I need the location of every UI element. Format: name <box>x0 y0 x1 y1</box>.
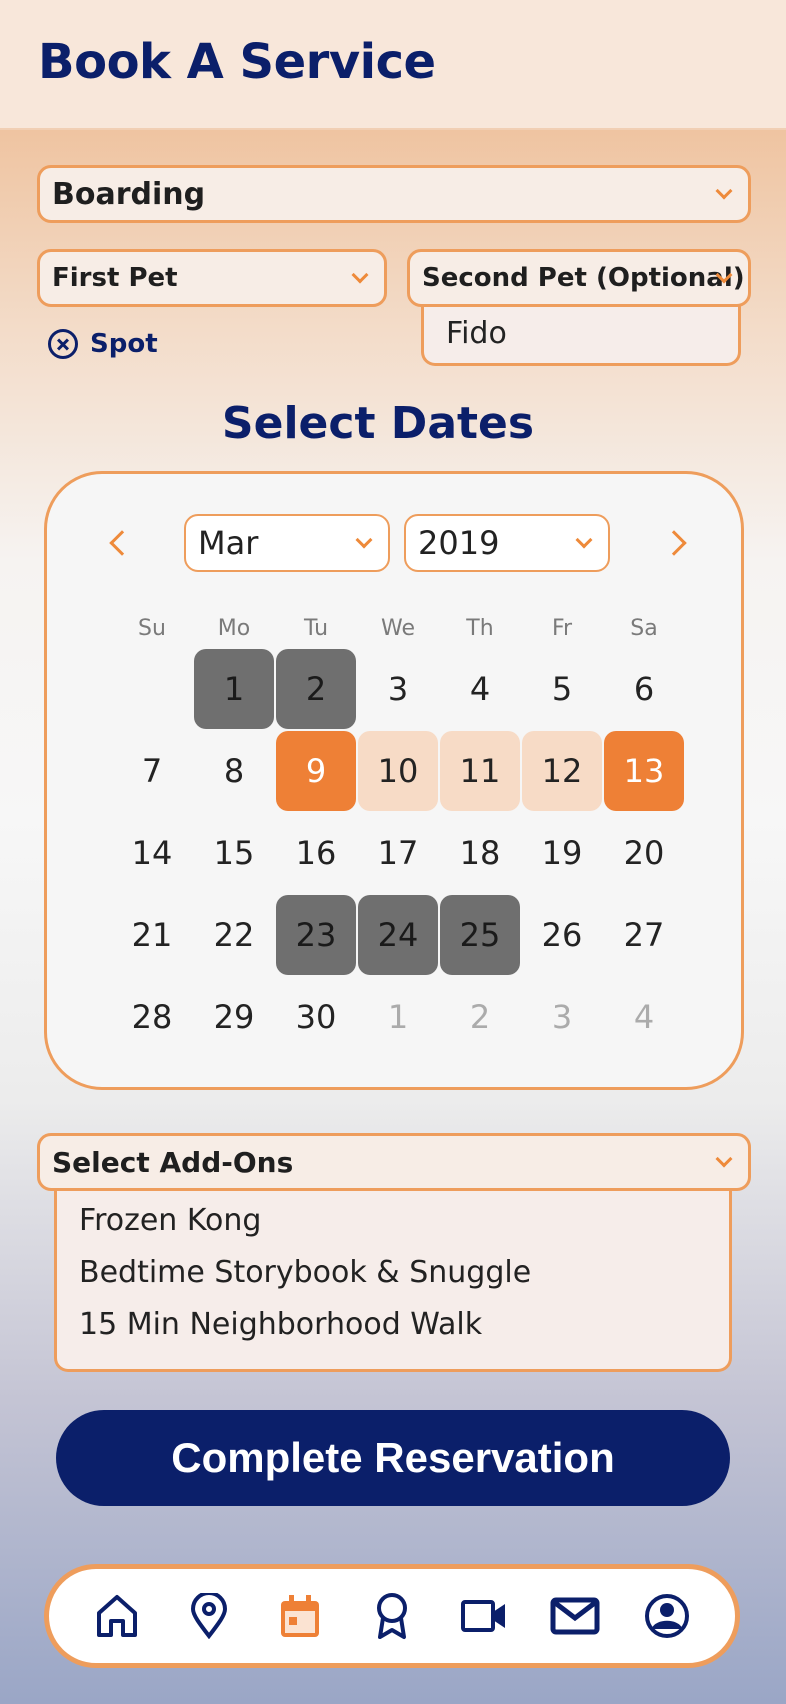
calendar-day-booked[interactable]: 2 <box>276 649 356 729</box>
service-select[interactable]: Boarding <box>37 165 751 223</box>
chevron-down-icon <box>575 531 593 549</box>
calendar-day-booked[interactable]: 1 <box>194 649 274 729</box>
calendar-day[interactable]: 27 <box>604 895 684 975</box>
bottom-tab-bar <box>44 1564 740 1668</box>
addon-option[interactable]: Frozen Kong <box>57 1194 729 1246</box>
chevron-left-icon[interactable] <box>109 530 135 556</box>
addons-select-placeholder: Select Add-Ons <box>52 1145 294 1179</box>
user-profile-icon <box>645 1594 690 1638</box>
year-select[interactable]: 2019 <box>404 514 610 572</box>
weekday-label: Tu <box>303 616 329 641</box>
tab-home[interactable] <box>87 1586 147 1646</box>
weekday-label: Su <box>138 616 166 641</box>
page-title: Book A Service <box>38 34 436 90</box>
calendar-day-in-range[interactable]: 11 <box>440 731 520 811</box>
weekday-label: Th <box>466 616 494 641</box>
calendar-day[interactable]: 30 <box>276 977 356 1057</box>
calendar-day-booked[interactable]: 25 <box>440 895 520 975</box>
addons-select[interactable]: Select Add-Ons <box>37 1133 751 1191</box>
calendar-day-next-month: 3 <box>551 998 573 1036</box>
calendar-day[interactable]: 29 <box>194 977 274 1057</box>
weekday-label: Sa <box>630 616 658 641</box>
selected-pet-label: Spot <box>90 329 158 359</box>
calendar-day[interactable]: 15 <box>194 813 274 893</box>
first-pet-select-value: First Pet <box>52 263 178 293</box>
calendar-day[interactable]: 17 <box>358 813 438 893</box>
addon-option[interactable]: Bedtime Storybook & Snuggle <box>57 1246 729 1298</box>
calendar-day-booked[interactable]: 23 <box>276 895 356 975</box>
chevron-right-icon[interactable] <box>661 530 687 556</box>
calendar-day[interactable]: 28 <box>112 977 192 1057</box>
second-pet-select[interactable]: Second Pet (Optional) <box>407 249 751 307</box>
year-select-value: 2019 <box>418 524 500 562</box>
award-ribbon-icon <box>376 1593 407 1639</box>
calendar-day-range-end[interactable]: 13 <box>604 731 684 811</box>
app-header: Book A Service <box>0 0 786 130</box>
chevron-down-icon <box>355 531 373 549</box>
calendar-day[interactable]: 26 <box>522 895 602 975</box>
calendar-day[interactable]: 5 <box>522 649 602 729</box>
calendar-day-in-range[interactable]: 12 <box>522 731 602 811</box>
video-camera-icon <box>460 1600 505 1632</box>
calendar-day[interactable]: 20 <box>604 813 684 893</box>
month-select-value: Mar <box>198 524 259 562</box>
calendar-day-next-month: 1 <box>387 998 409 1036</box>
home-icon <box>96 1595 137 1637</box>
tab-messages[interactable] <box>545 1586 605 1646</box>
calendar-day[interactable]: 21 <box>112 895 192 975</box>
calendar-day[interactable]: 14 <box>112 813 192 893</box>
calendar-day[interactable]: 3 <box>358 649 438 729</box>
second-pet-options: Fido <box>421 304 741 366</box>
tab-locations[interactable] <box>179 1586 239 1646</box>
calendar-day-booked[interactable]: 24 <box>358 895 438 975</box>
select-dates-title: Select Dates <box>221 398 535 449</box>
location-pin-icon <box>190 1593 227 1639</box>
first-pet-select[interactable]: First Pet <box>37 249 387 307</box>
second-pet-select-value: Second Pet (Optional) <box>422 263 745 293</box>
mail-icon <box>550 1597 600 1635</box>
tab-video[interactable] <box>454 1586 514 1646</box>
weekday-label: We <box>381 616 415 641</box>
complete-reservation-button[interactable]: Complete Reservation <box>56 1410 730 1506</box>
calendar-day[interactable]: 18 <box>440 813 520 893</box>
weekday-label: Fr <box>551 616 573 641</box>
date-calendar: Mar 2019 Su Mo Tu We Th Fr Sa 1 2 3 4 5 6 7 8 9 10 11 12 13… <box>44 471 744 1090</box>
calendar-day[interactable]: 8 <box>194 731 274 811</box>
calendar-day[interactable]: 6 <box>604 649 684 729</box>
chevron-down-icon <box>715 182 733 200</box>
calendar-day[interactable]: 4 <box>440 649 520 729</box>
calendar-day-in-range[interactable]: 10 <box>358 731 438 811</box>
calendar-day-range-start[interactable]: 9 <box>276 731 356 811</box>
tab-profile[interactable] <box>637 1586 697 1646</box>
month-select[interactable]: Mar <box>184 514 390 572</box>
addons-options: Frozen Kong Bedtime Storybook & Snuggle … <box>54 1186 732 1372</box>
calendar-day[interactable]: 22 <box>194 895 274 975</box>
calendar-day[interactable]: 7 <box>112 731 192 811</box>
calendar-day-next-month: 4 <box>633 998 655 1036</box>
chevron-down-icon <box>351 266 369 284</box>
calendar-day-next-month: 2 <box>469 998 491 1036</box>
calendar-day[interactable]: 19 <box>522 813 602 893</box>
service-select-value: Boarding <box>52 176 206 212</box>
tab-calendar[interactable] <box>270 1586 330 1646</box>
calendar-icon <box>281 1595 320 1637</box>
calendar-day[interactable]: 16 <box>276 813 356 893</box>
close-circle-icon[interactable] <box>48 329 78 359</box>
chevron-down-icon <box>715 1150 733 1168</box>
tab-rewards[interactable] <box>362 1586 422 1646</box>
addon-option[interactable]: 15 Min Neighborhood Walk <box>57 1298 729 1350</box>
weekday-label: Mo <box>217 616 251 641</box>
second-pet-option[interactable]: Fido <box>424 304 738 364</box>
selected-pet-chip[interactable]: Spot <box>48 326 158 362</box>
